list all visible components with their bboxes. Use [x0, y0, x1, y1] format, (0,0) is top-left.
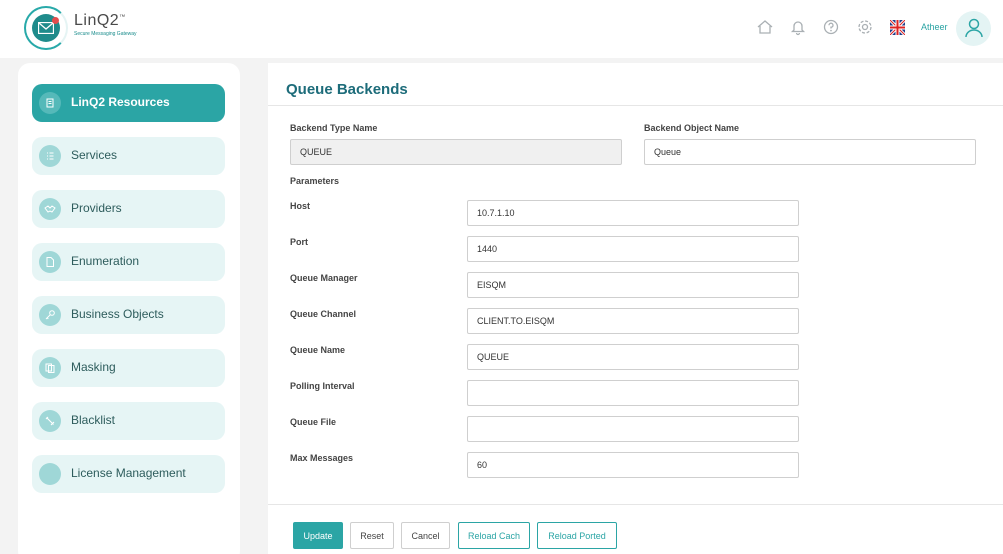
backend-object-label: Backend Object Name [644, 123, 740, 133]
user-icon [965, 18, 983, 38]
sidebar-item-label: Masking [71, 360, 116, 374]
list-icon [39, 145, 61, 167]
queue-channel-input[interactable]: CLIENT.TO.EISQM [467, 308, 799, 334]
user-avatar[interactable] [956, 11, 991, 46]
sidebar-item-business-objects[interactable]: Business Objects [32, 296, 225, 334]
port-label: Port [290, 237, 308, 247]
host-label: Host [290, 201, 310, 211]
queue-backends-panel: Queue Backends Backend Type Name QUEUE B… [268, 63, 1003, 554]
gear-icon[interactable] [856, 18, 874, 36]
sidebar-item-label: Enumeration [71, 254, 140, 268]
polling-interval-input[interactable] [467, 380, 799, 406]
notification-dot [52, 17, 59, 24]
sidebar-item-label: Providers [71, 201, 122, 215]
title-divider [268, 105, 1003, 106]
handshake-icon [39, 198, 61, 220]
queue-manager-label: Queue Manager [290, 273, 358, 283]
sidebar-item-label: Services [71, 148, 118, 162]
reset-button[interactable]: Reset [350, 522, 394, 549]
top-header: LinQ2™ Secure Messaging Gateway Atheer [0, 0, 1003, 58]
footer-divider [268, 504, 1003, 505]
port-input[interactable]: 1440 [467, 236, 799, 262]
sidebar-item-services[interactable]: Services [32, 137, 225, 175]
sidebar-item-label: License Management [71, 466, 186, 480]
sidebar-item-masking[interactable]: Masking [32, 349, 225, 387]
queue-name-input[interactable]: QUEUE [467, 344, 799, 370]
queue-channel-label: Queue Channel [290, 309, 357, 319]
key-icon [39, 304, 61, 326]
sidebar: LinQ2 Resources Services Providers Enume… [18, 63, 240, 554]
database-icon [39, 92, 61, 114]
sidebar-item-blacklist[interactable]: Blacklist [32, 402, 225, 440]
backend-object-input[interactable]: Queue [644, 139, 976, 165]
sidebar-item-enumeration[interactable]: Enumeration [32, 243, 225, 281]
uk-flag-icon[interactable] [888, 18, 907, 37]
cancel-button[interactable]: Cancel [401, 522, 450, 549]
sidebar-item-label: LinQ2 Resources [71, 95, 170, 109]
license-icon [39, 463, 61, 485]
sidebar-item-label: Blacklist [71, 413, 116, 427]
parameters-label: Parameters [290, 176, 340, 186]
sidebar-item-license-management[interactable]: License Management [32, 455, 225, 493]
brand-tagline: Secure Messaging Gateway [74, 31, 137, 37]
queue-manager-input[interactable]: EISQM [467, 272, 799, 298]
document-icon [39, 251, 61, 273]
brand-name: LinQ2™ [74, 12, 126, 29]
block-icon [39, 410, 61, 432]
bell-icon[interactable] [789, 18, 807, 36]
sidebar-item-providers[interactable]: Providers [32, 190, 225, 228]
max-messages-input[interactable]: 60 [467, 452, 799, 478]
queue-file-label: Queue File [290, 417, 337, 427]
linq2-logo[interactable] [24, 6, 68, 50]
trademark-mark: ™ [119, 14, 126, 21]
host-input[interactable]: 10.7.1.10 [467, 200, 799, 226]
page-title: Queue Backends [286, 81, 408, 98]
queue-file-input[interactable] [467, 416, 799, 442]
queue-name-label: Queue Name [290, 345, 346, 355]
user-name[interactable]: Atheer [921, 22, 948, 32]
max-messages-label: Max Messages [290, 453, 354, 463]
backend-type-label: Backend Type Name [290, 123, 378, 133]
copy-icon [39, 357, 61, 379]
home-icon[interactable] [756, 18, 774, 36]
sidebar-item-linq2-resources[interactable]: LinQ2 Resources [32, 84, 225, 122]
reload-cach-button[interactable]: Reload Cach [458, 522, 530, 549]
help-icon[interactable] [822, 18, 840, 36]
backend-type-input[interactable]: QUEUE [290, 139, 622, 165]
polling-interval-label: Polling Interval [290, 381, 355, 391]
sidebar-item-label: Business Objects [71, 307, 164, 321]
reload-ported-button[interactable]: Reload Ported [537, 522, 617, 549]
update-button[interactable]: Update [293, 522, 343, 549]
